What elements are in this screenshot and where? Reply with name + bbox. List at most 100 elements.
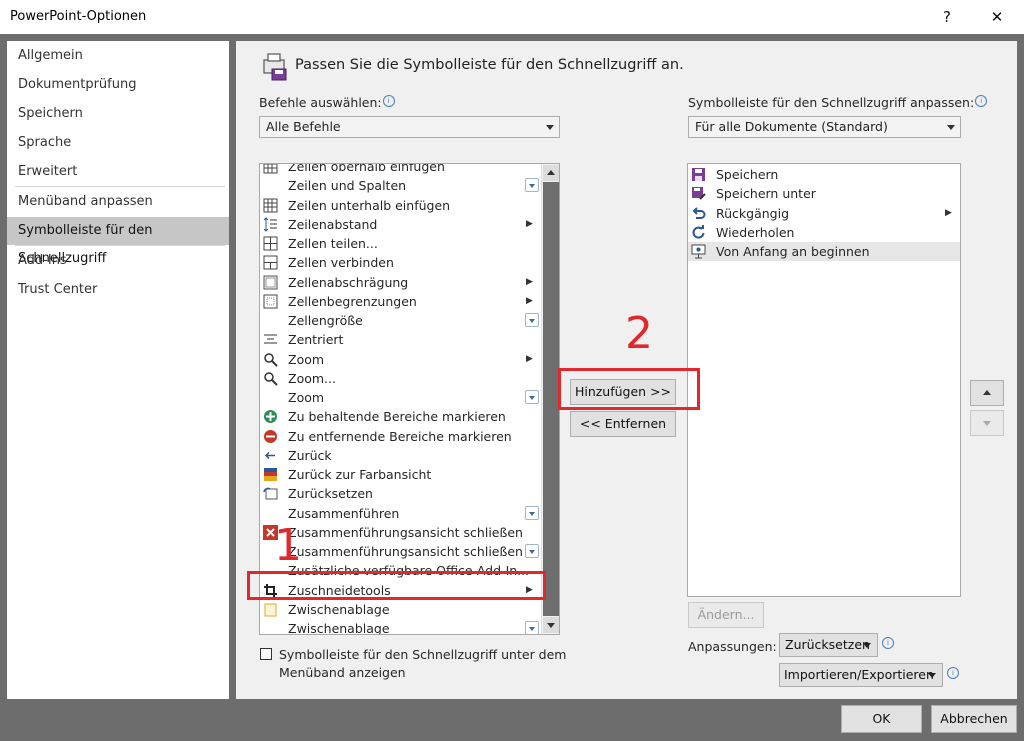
list-item[interactable]: Zusammenführungsansicht schließen	[260, 542, 541, 561]
list-item[interactable]: Zoom	[260, 388, 541, 407]
list-item-label: Zwischenablage	[288, 601, 390, 617]
list-item[interactable]: Zeilen und Spalten	[260, 176, 541, 195]
list-item[interactable]: Zu entfernende Bereiche markieren	[260, 427, 541, 446]
title-bar: PowerPoint-Optionen ? ✕	[0, 0, 1024, 34]
checkbox-label-line1: Symbolleiste für den Schnellzugriff unte…	[279, 647, 567, 662]
color-view-icon	[263, 467, 278, 482]
nav-item[interactable]: Dokumentprüfung	[7, 71, 229, 99]
list-item-label: Zurück zur Farbansicht	[288, 467, 432, 482]
qat-list-item[interactable]: Speichern unter	[688, 184, 960, 203]
list-item[interactable]: Zeilenabstand ▶	[260, 215, 541, 234]
quick-access-toolbar-icon	[263, 53, 287, 81]
nav-item[interactable]: Sprache	[7, 129, 229, 157]
info-icon: i	[947, 667, 959, 679]
chevron-down-icon	[928, 673, 936, 678]
page-heading: Passen Sie die Symbolleiste für den Schn…	[295, 57, 684, 73]
list-item-label: Zusammenführungsansicht schließen	[288, 544, 523, 559]
list-item[interactable]: Zeilen oberhalb einfügen	[260, 163, 541, 176]
annotation-box-1	[247, 571, 546, 600]
list-item[interactable]: Zentriert	[260, 330, 541, 349]
list-item[interactable]: Zu behaltende Bereiche markieren	[260, 407, 541, 426]
close-icon[interactable]: ✕	[974, 0, 1020, 34]
commands-select[interactable]: Alle Befehle	[259, 116, 560, 138]
bevel-icon	[263, 275, 278, 290]
presentation-icon	[691, 244, 706, 259]
nav-item[interactable]: Speichern	[7, 100, 229, 128]
nav-item[interactable]: Erweitert	[7, 158, 229, 186]
nav-item[interactable]: Trust Center	[7, 276, 229, 304]
split-cells-icon	[263, 236, 278, 251]
qat-label: Symbolleiste für den Schnellzugriff anpa…	[688, 95, 988, 110]
chevron-right-icon: ▶	[526, 218, 533, 229]
show-below-ribbon-checkbox[interactable]	[260, 648, 272, 660]
annotation-number-2: 2	[625, 308, 653, 359]
reset-dropdown-button[interactable]: Zurücksetzen	[779, 633, 878, 657]
window-title: PowerPoint-Optionen	[10, 9, 147, 24]
scroll-thumb[interactable]	[543, 182, 559, 616]
nav-separator	[15, 186, 225, 187]
table-insert-icon	[263, 198, 278, 213]
list-item-label: Zentriert	[288, 332, 344, 348]
back-arrow-icon	[263, 448, 278, 463]
qat-list-item[interactable]: Wiederholen	[688, 223, 960, 242]
list-item[interactable]: Zeilen unterhalb einfügen	[260, 196, 541, 215]
mark-keep-icon	[263, 409, 278, 424]
move-up-button[interactable]	[970, 380, 1004, 406]
list-item[interactable]: Zoom ▶	[260, 350, 541, 369]
annotation-box-2	[558, 368, 700, 410]
qat-list-item[interactable]: Rückgängig	[688, 204, 960, 223]
list-item-label: Zellengröße	[288, 313, 363, 328]
move-down-button[interactable]	[970, 410, 1004, 436]
clipboard-icon	[263, 602, 278, 617]
nav-item[interactable]: Menüband anpassen	[7, 188, 229, 216]
ok-button[interactable]: OK	[841, 705, 922, 733]
list-item[interactable]: Zellen verbinden	[260, 253, 541, 272]
merge-cells-icon	[263, 255, 278, 270]
list-item[interactable]: Zurücksetzen	[260, 484, 541, 503]
qat-list-item[interactable]: Speichern	[688, 165, 960, 184]
list-item-label: Rückgängig	[716, 205, 790, 221]
list-item-label: Zeilen und Spalten	[288, 178, 407, 194]
list-item-label: Zeilen oberhalb einfügen	[288, 163, 445, 174]
line-spacing-icon	[263, 217, 278, 232]
scroll-down-button[interactable]	[543, 617, 559, 633]
list-item-label: Zellen verbinden	[288, 255, 394, 271]
chevron-down-icon	[947, 125, 955, 130]
list-item[interactable]: Zwischenablage	[260, 619, 541, 634]
remove-button[interactable]: << Entfernen	[570, 411, 676, 437]
list-item[interactable]: Zellengröße	[260, 311, 541, 330]
info-icon: i	[882, 637, 894, 649]
list-item[interactable]: Zurück	[260, 446, 541, 465]
qat-scope-select[interactable]: Für alle Dokumente (Standard)	[688, 116, 961, 138]
qat-list-item[interactable]: Von Anfang an beginnen	[688, 242, 960, 261]
save-icon	[691, 167, 706, 182]
redo-icon	[691, 224, 706, 240]
help-button[interactable]: ?	[924, 0, 970, 34]
list-item[interactable]: Zellenbegrenzungen ▶	[260, 292, 541, 311]
import-export-button[interactable]: Importieren/Exportieren	[779, 663, 943, 687]
list-item[interactable]: Zusammenführungsansicht schließen	[260, 523, 541, 542]
cancel-button[interactable]: Abbrechen	[931, 705, 1017, 733]
main-panel: Passen Sie die Symbolleiste für den Schn…	[236, 41, 1017, 699]
undo-icon	[691, 206, 706, 221]
chevron-right-icon: ▶	[526, 276, 533, 287]
dropdown-indicator-icon	[525, 505, 539, 520]
qat-list[interactable]: Speichern Speichern unter Rückgängig Wieder…	[687, 163, 961, 597]
list-item[interactable]: Zellenabschrägung ▶	[260, 273, 541, 292]
modify-button[interactable]: Ändern...	[688, 602, 764, 628]
list-item[interactable]: Zellen teilen...	[260, 234, 541, 253]
commands-list[interactable]: Zeilen oberhalb einfügen Zeilen und Spalt…	[259, 163, 560, 635]
list-item-label: Zeilenabstand	[288, 216, 378, 232]
list-item[interactable]: Zusammenführen	[260, 504, 541, 523]
list-item[interactable]: Zwischenablage	[260, 600, 541, 619]
list-item[interactable]: Zoom...	[260, 369, 541, 388]
nav-item[interactable]: Add-Ins	[7, 247, 229, 275]
list-item-label: Zellen teilen...	[288, 236, 378, 251]
list-item-label: Zeilen unterhalb einfügen	[288, 197, 451, 213]
chevron-down-icon	[863, 643, 871, 648]
chevron-right-icon: ▶	[945, 208, 952, 218]
scroll-up-button[interactable]	[543, 165, 559, 181]
nav-item[interactable]: Symbolleiste für den Schnellzugriff	[7, 217, 229, 266]
list-item[interactable]: Zurück zur Farbansicht	[260, 465, 541, 484]
nav-item[interactable]: Allgemein	[7, 42, 229, 70]
